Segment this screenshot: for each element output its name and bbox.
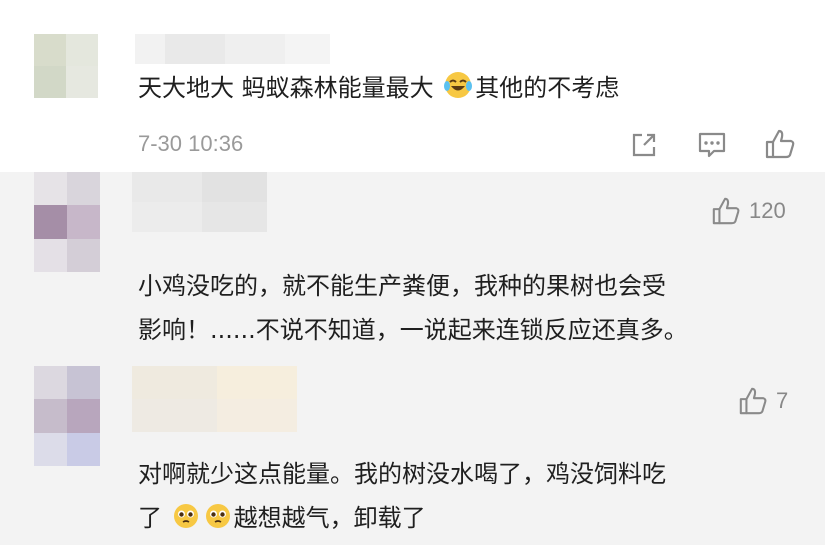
comment-text: 天大地大 蚂蚁森林能量最大 其他的不考虑 [138, 68, 619, 108]
like-icon [712, 197, 740, 225]
comment-text-line: 影响！......不说不知道，一说起来连锁反应还真多。 [138, 316, 688, 344]
username-blurred[interactable] [135, 30, 335, 70]
like-count: 120 [749, 198, 786, 223]
comment-text-part: 越想越气，卸载了 [233, 504, 426, 532]
comment-item-2: 120 小鸡没吃的，就不能生产粪便，我种的果树也会受 影响！......不说不知… [0, 172, 825, 362]
like-icon [739, 387, 767, 415]
username-blurred[interactable] [132, 366, 302, 432]
username-blurred[interactable] [132, 172, 272, 232]
like-count: 7 [776, 388, 789, 413]
comment-text-line: 对啊就少这点能量。我的树没水喝了，鸡没饲料吃 [138, 460, 666, 488]
avatar[interactable] [34, 366, 100, 466]
comment-timestamp: 7-30 10:36 [138, 131, 244, 156]
laughing-tears-emoji-icon [444, 72, 473, 98]
pleading-face-emoji-icon [205, 504, 230, 528]
like-button[interactable]: 120 [711, 196, 786, 226]
comment-item-1: 天大地大 蚂蚁森林能量最大 其他的不考虑 7-30 10:36 [0, 0, 825, 172]
comment-text-line: 了 越想越气，卸载了 [138, 498, 426, 538]
comment-text-part: 了 [138, 504, 162, 532]
like-icon[interactable] [764, 128, 796, 160]
avatar[interactable] [34, 34, 98, 98]
share-icon[interactable] [630, 131, 658, 159]
avatar[interactable] [34, 172, 100, 272]
comment-text-part: 其他的不考虑 [475, 74, 620, 102]
pleading-face-emoji-icon [173, 504, 198, 528]
comment-text-line: 小鸡没吃的，就不能生产粪便，我种的果树也会受 [138, 272, 666, 300]
comment-icon[interactable] [697, 130, 727, 160]
comment-text-part: 天大地大 蚂蚁森林能量最大 [138, 74, 434, 102]
like-button[interactable]: 7 [738, 386, 788, 416]
comment-item-3: 7 对啊就少这点能量。我的树没水喝了，鸡没饲料吃 了 越想越气，卸载了 [0, 362, 825, 545]
